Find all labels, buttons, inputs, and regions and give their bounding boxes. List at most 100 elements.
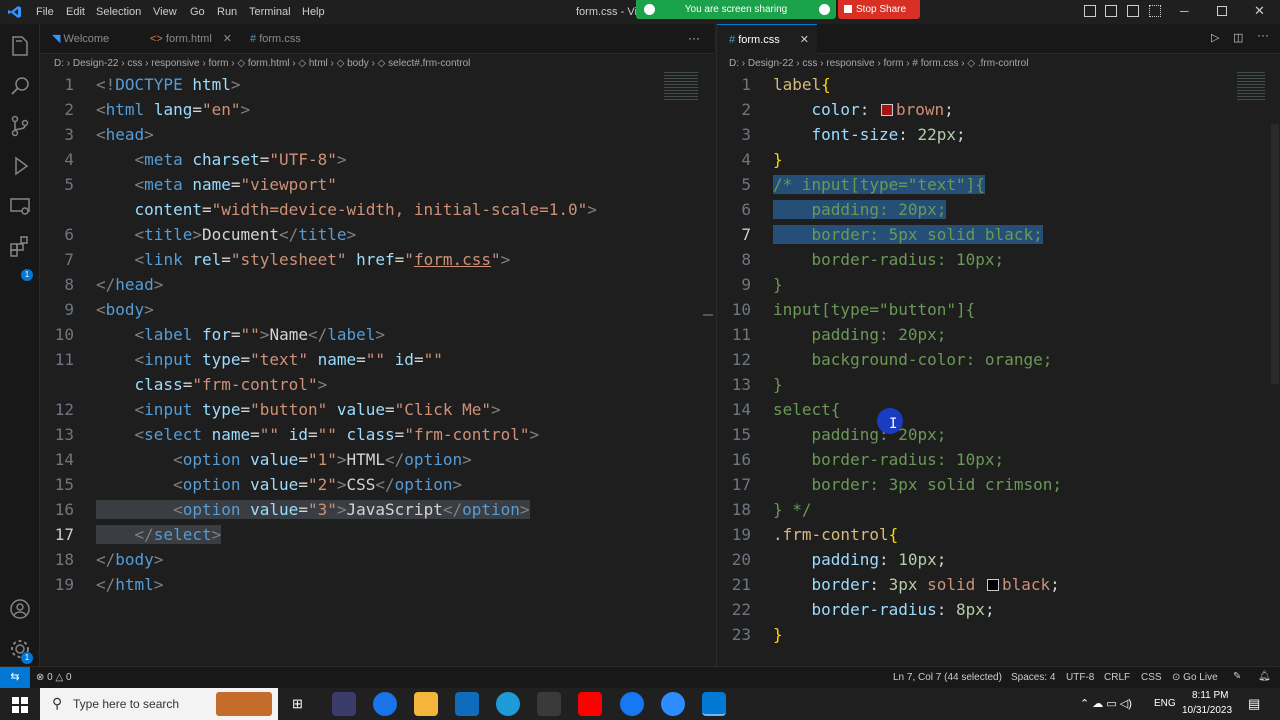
code-line[interactable]: 13 <select name="" id="" class="frm-cont… (40, 422, 714, 447)
code-line[interactable]: 11 <input type="text" name="" id="" (40, 347, 714, 372)
code-line[interactable]: 3 <head> (40, 122, 714, 147)
code-line[interactable]: 13} (717, 372, 1280, 397)
go-live-button[interactable]: ⊙ Go Live (1172, 672, 1218, 683)
remote-explorer-icon[interactable] (8, 194, 32, 218)
notifications-icon[interactable]: 🔔︎ (1258, 671, 1271, 682)
breadcrumb-right[interactable]: D: › Design-22 › css › responsive › form… (729, 54, 1028, 74)
minimap-left[interactable] (664, 72, 698, 102)
menu-file[interactable]: File (36, 6, 54, 18)
menu-go[interactable]: Go (190, 6, 205, 18)
code-line[interactable]: 17 border: 3px solid crimson; (717, 472, 1280, 497)
keyboard-language[interactable]: ENG (1154, 698, 1176, 709)
code-line[interactable]: 19 .frm-control{ (717, 522, 1280, 547)
code-line[interactable]: 21 border: 3px solid black; (717, 572, 1280, 597)
code-line[interactable]: 23} (717, 622, 1280, 647)
minimize-icon[interactable]: ─ (1180, 4, 1189, 18)
scrollbar-right[interactable] (1271, 124, 1279, 384)
problems-indicator[interactable]: ⊗ 0 △ 0 (36, 672, 72, 683)
remote-icon[interactable]: ⇆ (0, 667, 30, 688)
code-line[interactable]: 5 <meta name="viewport" (40, 172, 714, 197)
code-line[interactable]: 5 /* input[type="text"]{ (717, 172, 1280, 197)
account-icon[interactable] (8, 597, 32, 621)
code-line[interactable]: 4} (717, 147, 1280, 172)
clock-date[interactable]: 10/31/2023 (1182, 705, 1232, 716)
code-line[interactable]: 10 <label for="">Name</label> (40, 322, 714, 347)
code-line[interactable]: 22 border-radius: 8px; (717, 597, 1280, 622)
windows-start-icon[interactable] (12, 697, 28, 713)
toggle-sidebar-icon[interactable] (1084, 5, 1096, 17)
code-line[interactable]: 15 <option value="2">CSS</option> (40, 472, 714, 497)
more-actions-icon[interactable]: ··· (1257, 28, 1269, 42)
vscode-icon[interactable] (8, 5, 22, 19)
file-explorer-icon[interactable] (414, 692, 438, 716)
code-line[interactable]: 11 padding: 20px; (717, 322, 1280, 347)
close-icon[interactable]: ✕ (1254, 3, 1265, 19)
code-line[interactable]: 20 padding: 10px; (717, 547, 1280, 572)
explorer-icon[interactable] (8, 34, 32, 58)
figma-icon[interactable] (332, 692, 356, 716)
code-line[interactable]: 3 font-size: 22px; (717, 122, 1280, 147)
tab-form-css[interactable]: # form.css (238, 24, 338, 54)
toggle-panel-icon[interactable] (1105, 5, 1117, 17)
source-control-icon[interactable] (8, 114, 32, 138)
menu-selection[interactable]: Selection (96, 6, 141, 18)
menu-run[interactable]: Run (217, 6, 237, 18)
code-editor-left[interactable]: 1 <!DOCTYPE html> 2 <html lang="en"> 3 <head>… (40, 72, 714, 597)
code-line[interactable]: 4 <meta charset="UTF-8"> (40, 147, 714, 172)
tab-close-icon[interactable]: ✕ (800, 25, 809, 55)
customize-layout-icon[interactable] (1149, 5, 1161, 17)
code-line[interactable]: 2 color: brown; (717, 97, 1280, 122)
notification-center-icon[interactable]: ▤ (1248, 696, 1260, 712)
line-ending[interactable]: CRLF (1104, 672, 1130, 683)
youtube-icon[interactable] (578, 692, 602, 716)
facebook-icon[interactable] (620, 692, 644, 716)
menu-view[interactable]: View (153, 6, 177, 18)
code-line[interactable]: 12 background-color: orange; (717, 347, 1280, 372)
encoding[interactable]: UTF-8 (1066, 672, 1094, 683)
split-editor-icon[interactable]: ◫ (1233, 31, 1243, 44)
code-line[interactable]: 14 select{ (717, 397, 1280, 422)
code-line[interactable]: 6 padding: 20px; (717, 197, 1280, 222)
code-line[interactable]: 2 <html lang="en"> (40, 97, 714, 122)
tab-welcome[interactable]: ◥ Welcome (40, 24, 138, 54)
code-line[interactable]: 17 </select> (40, 522, 714, 547)
indentation[interactable]: Spaces: 4 (1011, 672, 1055, 683)
breadcrumb-left[interactable]: D: › Design-22 › css › responsive › form… (54, 54, 470, 74)
more-actions-icon[interactable]: ··· (688, 31, 700, 45)
chrome-icon[interactable] (373, 692, 397, 716)
mail-icon[interactable] (455, 692, 479, 716)
feedback-icon[interactable]: ✎ (1233, 671, 1241, 682)
code-line[interactable]: 8 </head> (40, 272, 714, 297)
task-view-icon[interactable]: ⊞ (292, 696, 303, 712)
code-line[interactable]: 18} */ (717, 497, 1280, 522)
language-mode[interactable]: CSS (1141, 672, 1162, 683)
clock-time[interactable]: 8:11 PM (1192, 690, 1229, 701)
tab-form-css-active[interactable]: # form.css ✕ (717, 24, 817, 54)
code-line[interactable]: 7 <link rel="stylesheet" href="form.css"… (40, 247, 714, 272)
code-line[interactable]: 18 </body> (40, 547, 714, 572)
code-line[interactable]: 16 <option value="3">JavaScript</option> (40, 497, 714, 522)
code-line[interactable]: content="width=device-width, initial-sca… (40, 197, 714, 222)
tab-close-icon[interactable]: ✕ (223, 24, 232, 54)
taskbar-search-box[interactable]: ⚲ Type here to search (40, 688, 278, 720)
code-line[interactable]: 19 </html> (40, 572, 714, 597)
code-line[interactable]: 15 padding: 20px; (717, 422, 1280, 447)
search-icon[interactable] (8, 74, 32, 98)
toggle-secondary-sidebar-icon[interactable] (1127, 5, 1139, 17)
vscode-taskbar-icon[interactable] (702, 692, 726, 716)
menu-help[interactable]: Help (302, 6, 325, 18)
store-icon[interactable] (537, 692, 561, 716)
run-icon[interactable]: ▷ (1211, 31, 1219, 44)
code-line[interactable]: 9} (717, 272, 1280, 297)
edge-icon[interactable] (496, 692, 520, 716)
code-line[interactable]: 12 <input type="button" value="Click Me"… (40, 397, 714, 422)
code-line[interactable]: class="frm-control"> (40, 372, 714, 397)
scrollbar-left[interactable] (703, 314, 713, 316)
code-line[interactable]: 8 border-radius: 10px; (717, 247, 1280, 272)
code-line[interactable]: 9 <body> (40, 297, 714, 322)
stop-share-button[interactable]: Stop Share (838, 0, 920, 19)
extensions-icon[interactable] (8, 234, 32, 258)
code-line[interactable]: 14 <option value="1">HTML</option> (40, 447, 714, 472)
code-line[interactable]: 6 <title>Document</title> (40, 222, 714, 247)
cursor-position[interactable]: Ln 7, Col 7 (44 selected) (893, 672, 1002, 683)
